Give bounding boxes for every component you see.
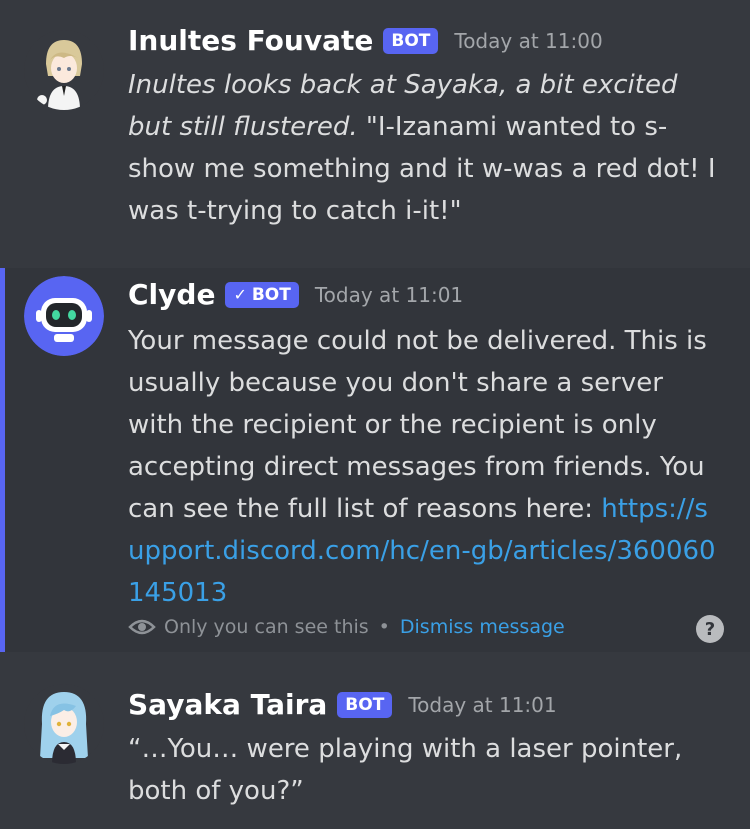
avatar[interactable] [24, 684, 104, 764]
bot-badge-label: BOT [391, 30, 431, 51]
timestamp: Today at 11:01 [408, 692, 557, 717]
ephemeral-notice: Only you can see this • Dismiss message [128, 616, 565, 638]
timestamp: Today at 11:01 [314, 282, 464, 307]
ephemeral-text: Only you can see this [164, 616, 369, 638]
dismiss-message-button[interactable]: Dismiss message [400, 616, 565, 638]
message-header: Clyde ✓ BOT Today at 11:01 [128, 278, 463, 311]
message-inultes: Inultes Fouvate BOT Today at 11:00 Inult… [0, 0, 750, 268]
anime-girl-avatar-icon [24, 684, 104, 764]
clyde-robot-avatar-icon [24, 276, 104, 356]
author-name[interactable]: Inultes Fouvate [128, 24, 373, 57]
message-content: “…You… were playing with a laser pointer… [128, 728, 728, 812]
author-name[interactable]: Clyde [128, 278, 215, 311]
author-name[interactable]: Sayaka Taira [128, 688, 327, 721]
message-content: Inultes looks back at Sayaka, a bit exci… [128, 64, 728, 232]
message-text: “…You… were playing with a laser pointer… [128, 734, 683, 806]
anime-boy-avatar-icon [24, 30, 104, 110]
checkmark-icon: ✓ [233, 285, 247, 304]
eye-icon [128, 619, 156, 635]
timestamp: Today at 11:00 [454, 28, 603, 53]
bot-badge-label: BOT [345, 694, 385, 715]
avatar[interactable] [24, 30, 104, 110]
message-header: Sayaka Taira BOT Today at 11:01 [128, 688, 557, 721]
separator: • [378, 616, 390, 638]
avatar[interactable] [24, 276, 104, 356]
bot-badge: BOT [337, 691, 393, 718]
bot-badge: BOT [383, 27, 439, 54]
help-icon[interactable]: ? [696, 615, 724, 643]
bot-badge-label: BOT [251, 284, 291, 305]
verified-bot-badge: ✓ BOT [225, 281, 299, 308]
message-content: Your message could not be delivered. Thi… [128, 320, 723, 614]
message-sayaka: Sayaka Taira BOT Today at 11:01 “…You… w… [0, 652, 750, 829]
message-header: Inultes Fouvate BOT Today at 11:00 [128, 24, 603, 57]
